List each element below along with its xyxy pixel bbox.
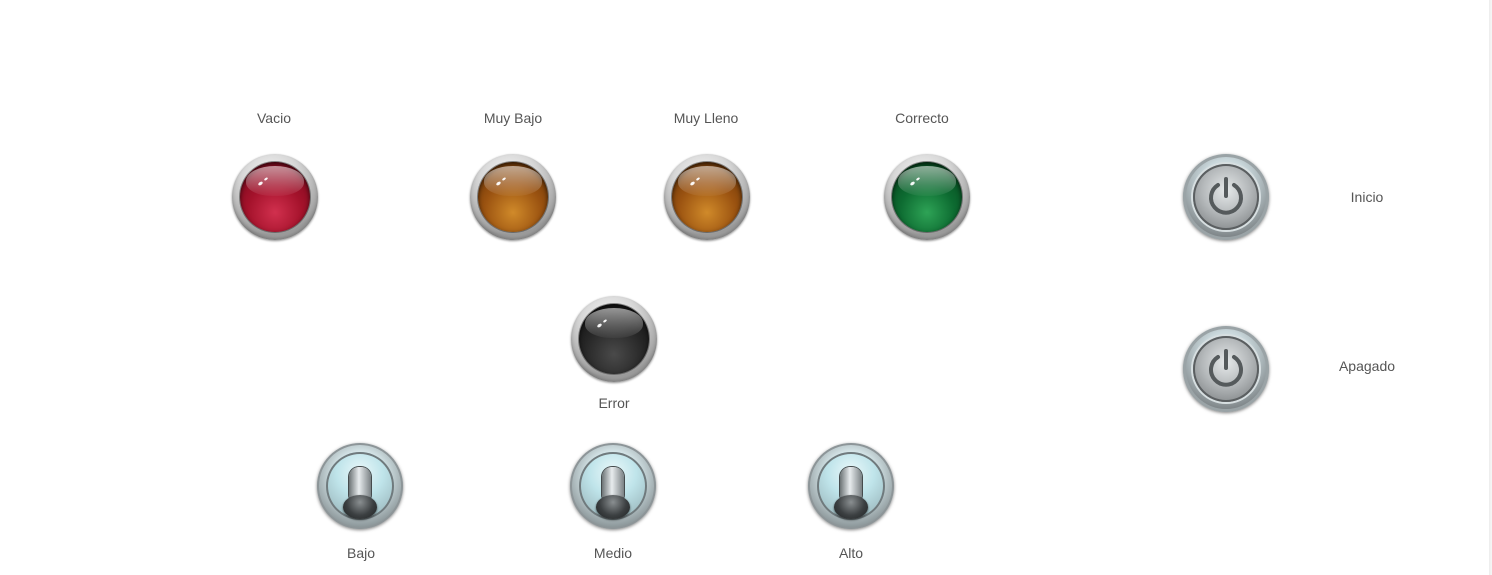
toggle-label-alto: Alto <box>838 545 864 561</box>
alto-toggle-switch[interactable] <box>808 443 894 529</box>
indicator-lamp-vacio <box>232 154 318 240</box>
toggle-knob <box>834 495 868 519</box>
indicator-lamp-muy-bajo <box>470 154 556 240</box>
toggle-knob <box>596 495 630 519</box>
indicator-label-error: Error <box>598 395 630 411</box>
lamp-glass <box>240 162 310 232</box>
lamp-glass <box>478 162 548 232</box>
medio-toggle-switch[interactable] <box>570 443 656 529</box>
indicator-label-vacio: Vacio <box>257 110 291 126</box>
toggle-knob <box>343 495 377 519</box>
inicio-power-button[interactable] <box>1183 154 1269 240</box>
power-label-apagado: Apagado <box>1338 358 1396 374</box>
indicator-label-correcto: Correcto <box>895 110 949 126</box>
lamp-glass <box>672 162 742 232</box>
power-icon <box>1209 177 1243 215</box>
bajo-toggle-switch[interactable] <box>317 443 403 529</box>
lamp-glass <box>892 162 962 232</box>
indicator-lamp-muy-lleno <box>664 154 750 240</box>
indicator-label-muy-bajo: Muy Bajo <box>483 110 543 126</box>
apagado-power-button[interactable] <box>1183 326 1269 412</box>
indicator-lamp-correcto <box>884 154 970 240</box>
toggle-label-bajo: Bajo <box>346 545 376 561</box>
indicator-label-muy-lleno: Muy Lleno <box>673 110 739 126</box>
power-label-inicio: Inicio <box>1350 189 1384 205</box>
power-icon <box>1209 349 1243 387</box>
toggle-label-medio: Medio <box>593 545 633 561</box>
indicator-lamp-error <box>571 296 657 382</box>
lamp-glass <box>579 304 649 374</box>
